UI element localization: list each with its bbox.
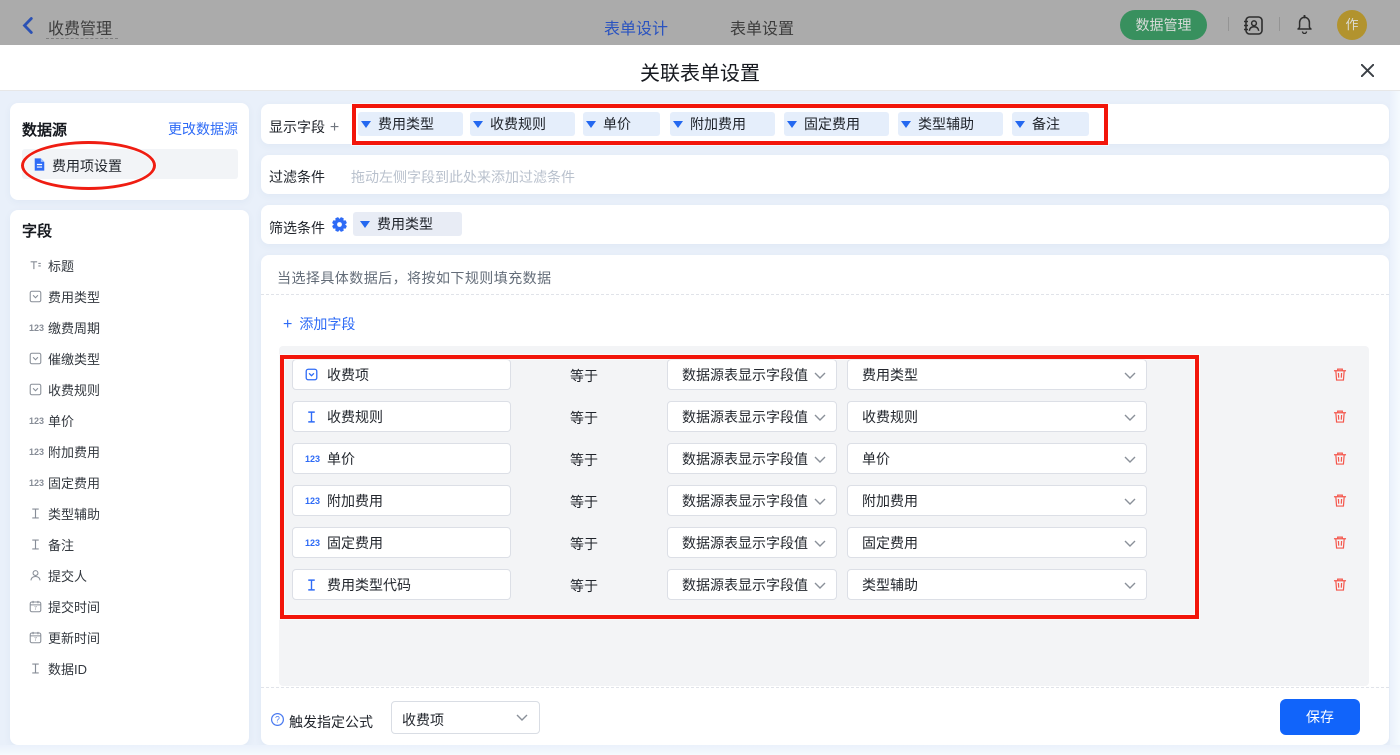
svg-text:?: ? <box>275 715 280 725</box>
svg-text:7: 7 <box>34 606 37 612</box>
svg-text:7: 7 <box>34 637 37 643</box>
